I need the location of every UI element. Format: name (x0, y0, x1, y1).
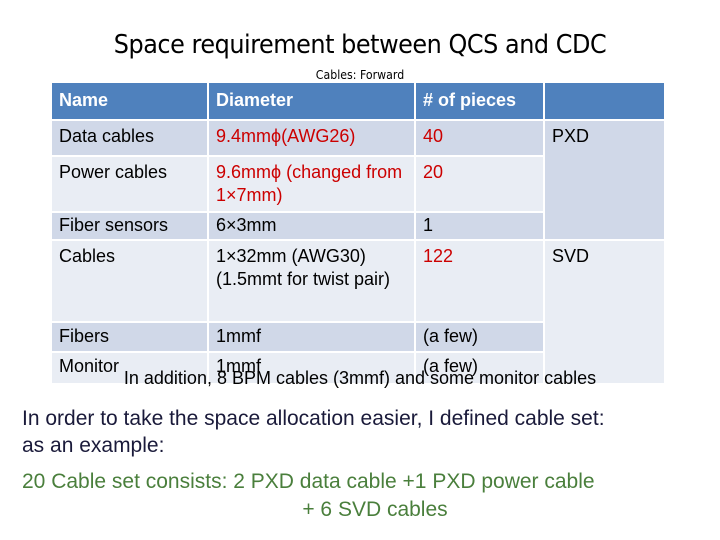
explanation-line-1: In order to take the space allocation ea… (22, 407, 605, 430)
group-svd: SVD (545, 241, 664, 383)
slide-subtitle: Cables: Forward (315, 67, 405, 82)
header-group (545, 83, 664, 119)
table-row-diameter: 6×3mm (209, 213, 414, 239)
table-row-pieces: 40 (416, 121, 543, 155)
cable-set-line-2: + 6 SVD cables (302, 498, 448, 521)
table-row-pieces: (a few) (416, 323, 543, 351)
table-row-name: Data cables (52, 121, 207, 155)
cable-set-line-1: 20 Cable set consists: 2 PXD data cable … (22, 470, 595, 493)
table-row-diameter: 9.6mmϕ (changed from 1×7mm) (209, 157, 414, 211)
table-row-diameter: 1mmf (209, 323, 414, 351)
explanation-line-2: as an example: (22, 434, 165, 457)
table-row-name: Fibers (52, 323, 207, 351)
group-pxd: PXD (545, 121, 664, 239)
additional-cables-note: In addition, 8 BPM cables (3mmf) and som… (123, 368, 597, 388)
table-row-diameter: 9.4mmϕ(AWG26) (209, 121, 414, 155)
cable-set-example: 20 Cable set consists: 2 PXD data cable … (0, 468, 720, 524)
table-row-pieces: 20 (416, 157, 543, 211)
table-row-name: Cables (52, 241, 207, 321)
slide-title: Space requirement between QCS and CDC (113, 30, 607, 60)
header-diameter: Diameter (209, 83, 414, 119)
explanation-text: In order to take the space allocation ea… (22, 405, 712, 459)
table-row-pieces: 1 (416, 213, 543, 239)
table-row-pieces: 122 (416, 241, 543, 321)
header-pieces: # of pieces (416, 83, 543, 119)
table-row-name: Power cables (52, 157, 207, 211)
table-row-name: Fiber sensors (52, 213, 207, 239)
table-row-diameter: 1×32mm (AWG30) (1.5mmt for twist pair) (209, 241, 414, 321)
header-name: Name (52, 83, 207, 119)
cable-table: Name Diameter # of pieces Data cables 9.… (52, 83, 664, 383)
